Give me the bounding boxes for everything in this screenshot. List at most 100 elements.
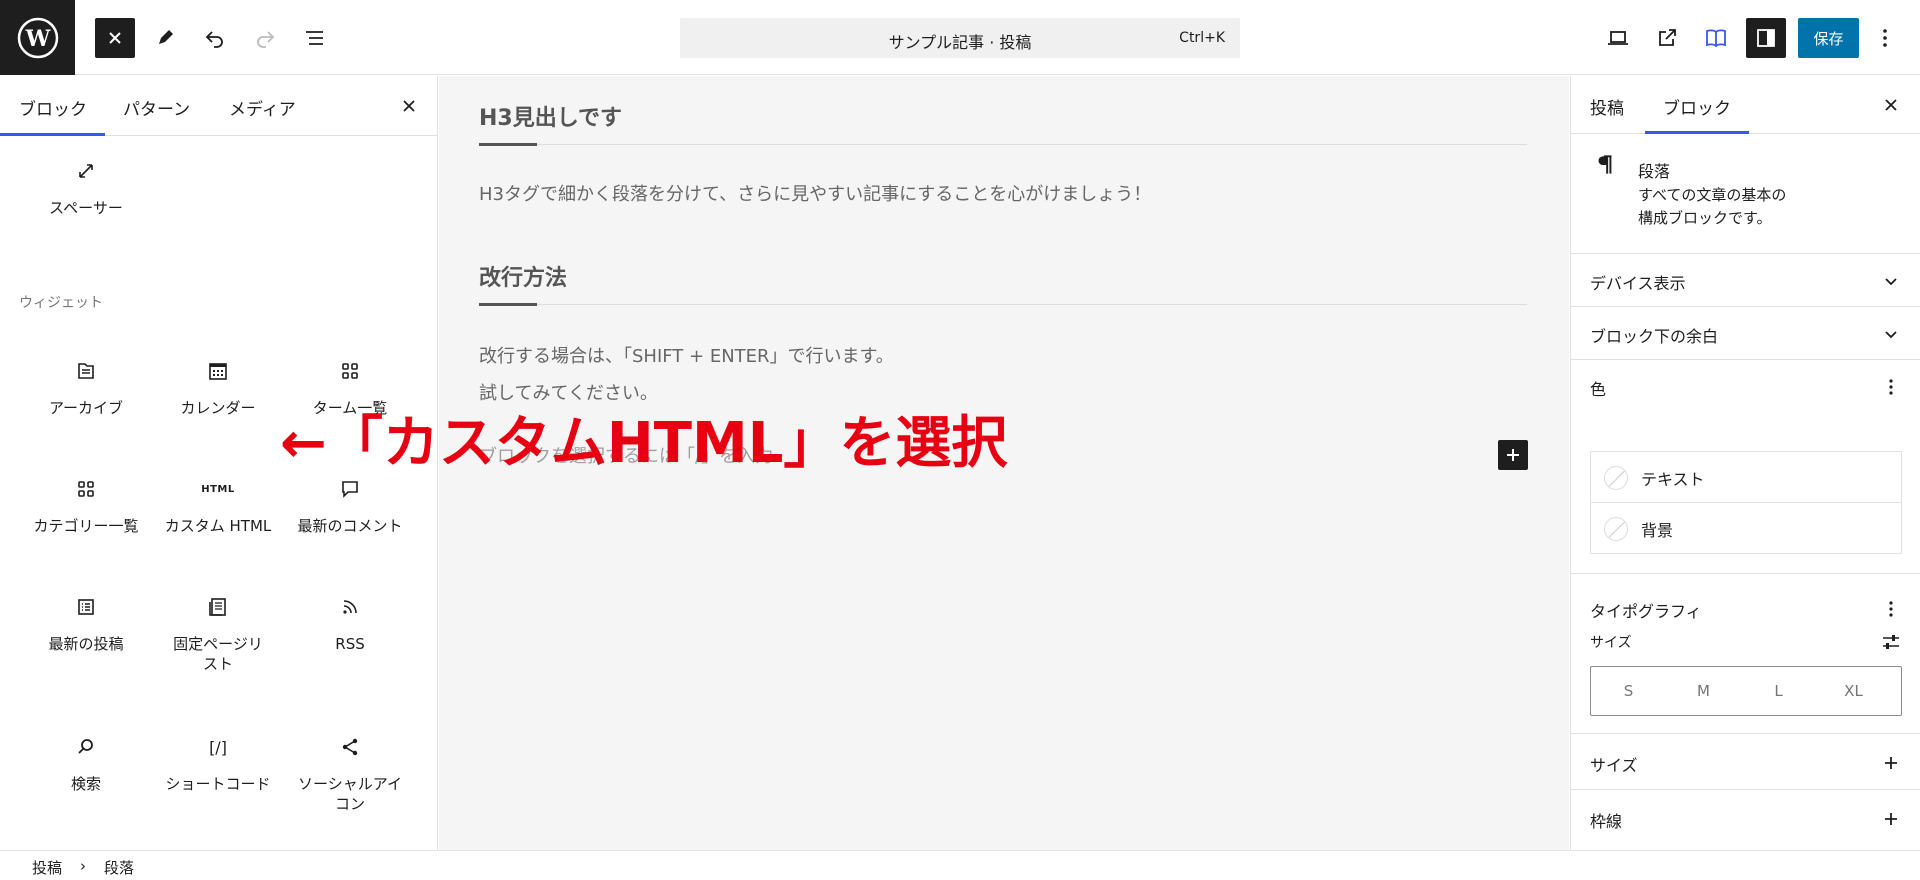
breadcrumb-separator: › [80, 857, 86, 875]
block-calendar[interactable]: カレンダー [152, 356, 284, 418]
tab-block[interactable]: ブロック [1663, 94, 1731, 119]
block-categories[interactable]: カテゴリー一覧 [20, 474, 152, 536]
list-icon [78, 599, 94, 615]
font-size-m[interactable]: M [1666, 682, 1741, 700]
chevron-down-icon [1885, 331, 1897, 339]
redo-button[interactable] [245, 18, 285, 58]
shortcode-icon: [/] [209, 737, 227, 757]
document-title: サンプル記事 · 投稿 [888, 33, 1032, 52]
sidebar-icon [1757, 29, 1775, 47]
plus-icon [1507, 449, 1519, 461]
command-shortcut: Ctrl+K [1179, 30, 1225, 46]
block-social-icons[interactable]: ソーシャルアイコン [284, 732, 416, 814]
grid-icon [342, 363, 358, 379]
active-tab-indicator [0, 133, 105, 136]
breadcrumb-post[interactable]: 投稿 [32, 857, 62, 878]
color-background-option[interactable]: 背景 [1591, 503, 1901, 554]
color-text-option[interactable]: テキスト [1591, 452, 1901, 503]
wordpress-logo-icon[interactable]: W [0, 0, 75, 75]
close-inserter-button[interactable] [95, 18, 135, 58]
pages-icon [209, 598, 226, 616]
heading-block[interactable]: 改行方法 [479, 260, 567, 292]
sidebar-tabs: 投稿 ブロック [1571, 76, 1920, 134]
settings-sliders-icon[interactable] [1879, 630, 1903, 654]
share-icon [342, 738, 358, 756]
block-card: 段落 すべての文章の基本の 構成ブロックです。 [1571, 134, 1920, 254]
block-card-description: すべての文章の基本の 構成ブロックです。 [1638, 186, 1787, 227]
font-size-picker: S M L XL [1590, 666, 1902, 716]
style-book-button[interactable] [1696, 18, 1736, 58]
font-size-l[interactable]: L [1741, 682, 1816, 700]
settings-sidebar-toggle[interactable] [1746, 18, 1786, 58]
instruction-annotation: ←「カスタムHTML」を選択 [280, 411, 1008, 476]
settings-sidebar: 投稿 ブロック 段落 すべての文章の基本の 構成ブロックです。 デバイス表示 ブ… [1570, 76, 1920, 850]
svg-text:W: W [24, 26, 50, 52]
grid-icon [78, 481, 94, 497]
tools-button[interactable] [145, 18, 185, 58]
block-search[interactable]: 検索 [20, 732, 152, 794]
heading-block[interactable]: H3見出しです [479, 100, 622, 132]
close-sidebar-icon[interactable] [1879, 93, 1903, 117]
command-palette-bar[interactable]: サンプル記事 · 投稿 Ctrl+K [680, 18, 1240, 58]
panel-block-margin[interactable]: ブロック下の余白 [1571, 307, 1920, 360]
chevron-down-icon [1885, 278, 1897, 286]
archive-icon [78, 363, 94, 379]
heading-divider [479, 304, 1527, 305]
panel-size[interactable]: サイズ [1571, 734, 1920, 790]
add-block-button[interactable] [1498, 440, 1528, 470]
more-vertical-icon[interactable] [1879, 375, 1903, 399]
document-overview-button[interactable] [295, 18, 335, 58]
tab-patterns[interactable]: パターン [123, 95, 190, 120]
tab-post[interactable]: 投稿 [1590, 94, 1624, 119]
external-link-icon [1659, 29, 1676, 46]
block-latest-comments[interactable]: 最新のコメント [284, 474, 416, 536]
plus-icon [1885, 813, 1897, 825]
block-custom-html[interactable]: HTML カスタム HTML [152, 474, 284, 536]
empty-swatch-icon [1604, 466, 1628, 490]
list-view-icon [306, 31, 323, 45]
preview-button[interactable] [1598, 18, 1638, 58]
top-toolbar: W サンプル記事 · 投稿 Ctrl+K 保存 [0, 0, 1920, 75]
redo-icon [257, 31, 275, 48]
block-page-list[interactable]: 固定ページリスト [152, 592, 284, 674]
inserter-tabs: ブロック パターン メディア [0, 76, 437, 136]
font-size-xl[interactable]: XL [1816, 682, 1891, 700]
options-button[interactable] [1870, 18, 1900, 58]
panel-device-display[interactable]: デバイス表示 [1571, 254, 1920, 307]
undo-button[interactable] [195, 18, 235, 58]
save-button[interactable]: 保存 [1798, 18, 1859, 58]
empty-swatch-icon [1604, 517, 1628, 541]
plus-icon [1885, 757, 1897, 769]
block-breadcrumb: 投稿 › 段落 [0, 850, 1920, 880]
block-rss[interactable]: RSS [284, 592, 416, 654]
view-post-button[interactable] [1647, 18, 1687, 58]
spacer-icon [79, 164, 93, 178]
block-card-title: 段落 [1638, 162, 1671, 181]
more-vertical-icon[interactable] [1879, 597, 1903, 621]
rss-icon [343, 600, 357, 614]
block-latest-posts[interactable]: 最新の投稿 [20, 592, 152, 654]
widgets-category-heading: ウィジェット [19, 295, 103, 311]
more-vertical-icon [1883, 29, 1887, 47]
paragraph-icon [1598, 155, 1612, 174]
panel-border[interactable]: 枠線 [1571, 790, 1920, 850]
block-spacer[interactable]: スペーサー [20, 156, 152, 218]
breadcrumb-paragraph[interactable]: 段落 [104, 857, 134, 878]
block-archives[interactable]: アーカイブ [20, 356, 152, 418]
color-options: テキスト 背景 [1590, 451, 1902, 554]
pencil-icon [159, 30, 173, 44]
tab-blocks[interactable]: ブロック [19, 95, 87, 120]
heading-divider [479, 144, 1527, 145]
paragraph-block[interactable]: H3タグで細かく段落を分けて、さらに見やすい記事にすることを心がけましょう！ [479, 176, 1151, 213]
undo-icon [205, 31, 223, 48]
comment-icon [342, 481, 358, 498]
tab-media[interactable]: メディア [229, 95, 296, 120]
heading-accent-bar [479, 143, 537, 146]
close-icon [109, 32, 121, 44]
block-shortcode[interactable]: [/] ショートコード [152, 732, 284, 794]
book-icon [1706, 29, 1726, 48]
heading-accent-bar [479, 303, 537, 306]
close-inserter-icon[interactable] [397, 94, 421, 118]
laptop-icon [1608, 31, 1628, 45]
font-size-s[interactable]: S [1591, 682, 1666, 700]
